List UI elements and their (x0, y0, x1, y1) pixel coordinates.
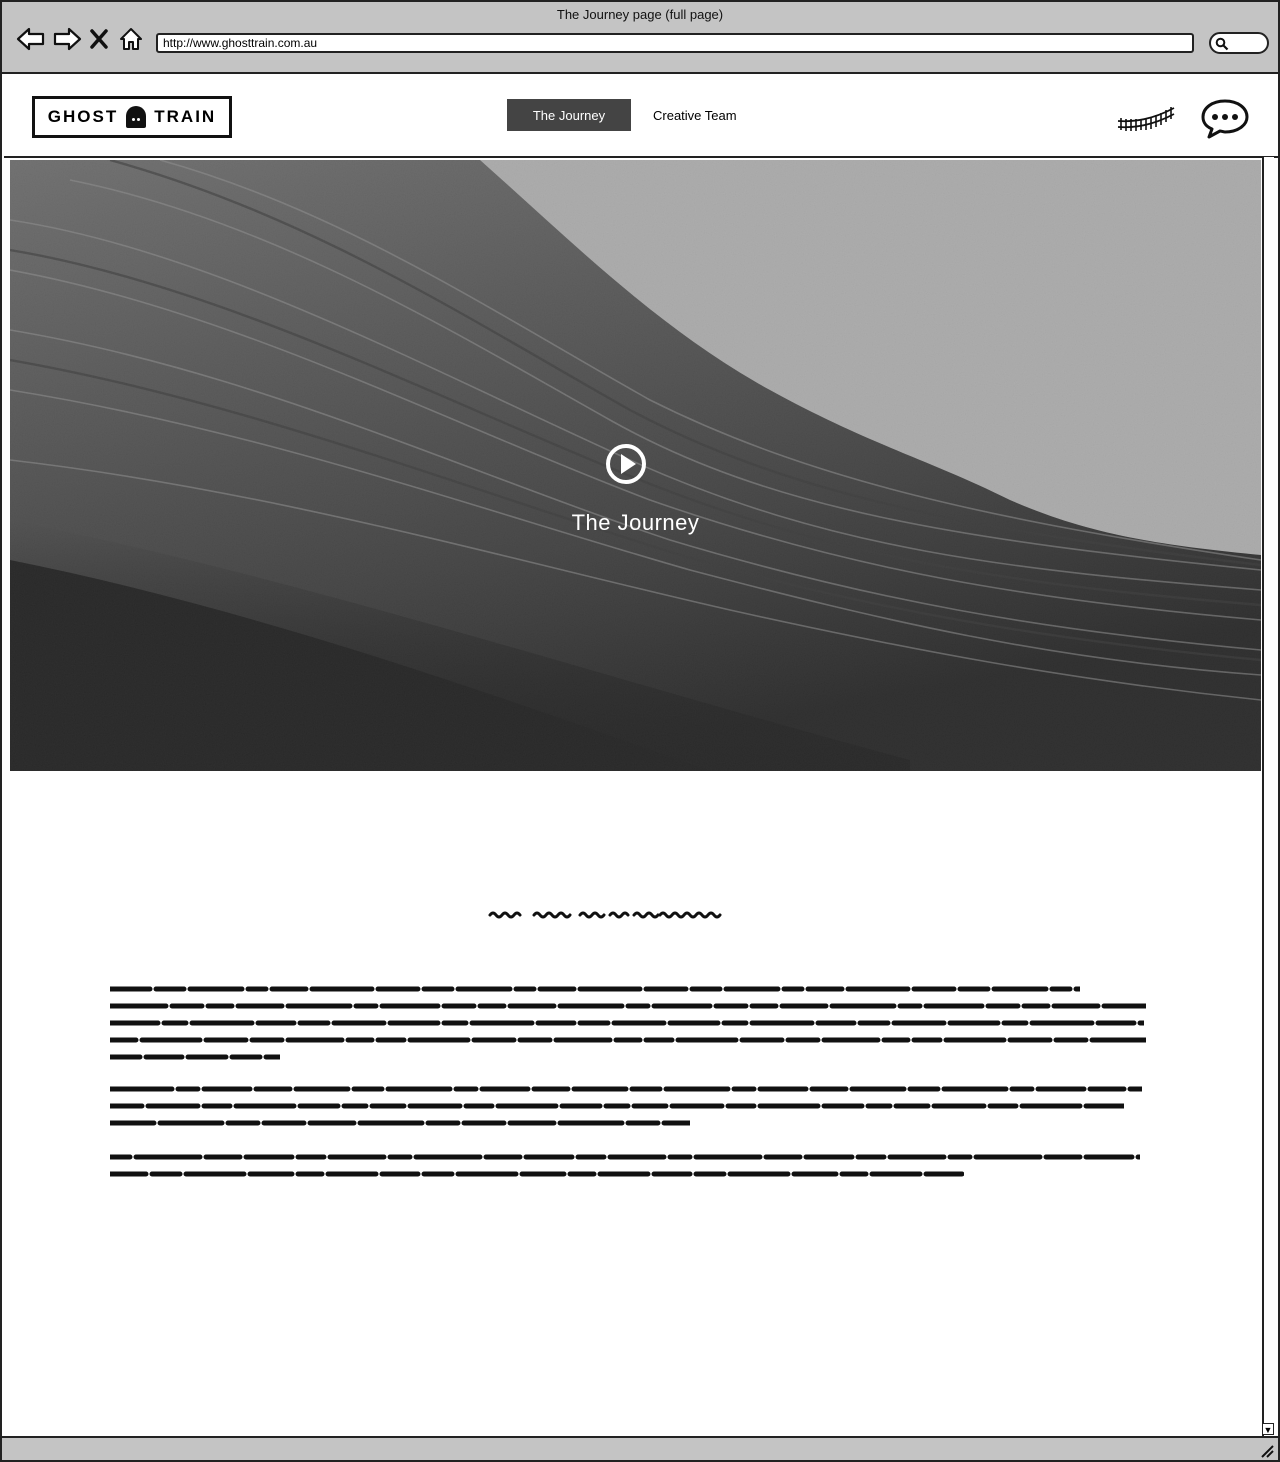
hero-video[interactable]: The Journey (10, 160, 1261, 771)
train-tracks-icon[interactable] (1116, 104, 1176, 132)
paragraph-line (110, 1002, 1150, 1010)
ghost-icon (126, 106, 147, 128)
content-paragraph-1 (110, 985, 1150, 1070)
browser-search-field[interactable] (1209, 32, 1269, 54)
chat-bubble-icon[interactable] (1200, 98, 1250, 140)
site-header: GHOST TRAIN The Journey Creative Team (4, 76, 1278, 158)
browser-window: The Journey page (full page) http://www.… (0, 0, 1280, 1462)
browser-nav-buttons (16, 24, 146, 54)
paragraph-line (110, 1085, 1150, 1093)
paragraph-line (110, 1019, 1150, 1027)
home-icon[interactable] (116, 24, 146, 54)
paragraph-line (110, 1119, 1150, 1127)
nav-tab-creative-team[interactable]: Creative Team (631, 99, 759, 131)
address-bar[interactable]: http://www.ghosttrain.com.au (156, 33, 1194, 53)
paragraph-line (110, 1102, 1150, 1110)
content-heading-placeholder (488, 911, 722, 919)
content-paragraph-3 (110, 1153, 1150, 1187)
paragraph-line (110, 985, 1150, 993)
play-icon[interactable] (605, 443, 647, 485)
ghost-train-logo[interactable]: GHOST TRAIN (32, 96, 232, 138)
logo-text-train: TRAIN (154, 107, 217, 126)
paragraph-line (110, 1036, 1150, 1044)
window-title: The Journey page (full page) (556, 7, 724, 22)
forward-arrow-icon[interactable] (52, 24, 82, 54)
scroll-down-arrow-icon[interactable]: ▼ (1262, 1423, 1274, 1435)
logo-text-ghost: GHOST (47, 107, 119, 126)
nav-tab-the-journey[interactable]: The Journey (507, 99, 631, 131)
browser-toolbar: The Journey page (full page) http://www.… (2, 2, 1278, 74)
search-icon (1215, 37, 1229, 51)
resize-grip-icon[interactable] (1258, 1442, 1274, 1458)
paragraph-line (110, 1053, 1150, 1061)
content-paragraph-2 (110, 1085, 1150, 1136)
main-nav: The Journey Creative Team (507, 99, 759, 131)
paragraph-line (110, 1153, 1150, 1161)
vertical-scrollbar[interactable] (1262, 157, 1274, 1437)
browser-status-bar (2, 1436, 1278, 1460)
paragraph-line (110, 1170, 1150, 1178)
back-arrow-icon[interactable] (16, 24, 46, 54)
hero-title: The Journey (571, 510, 700, 535)
close-icon[interactable] (88, 24, 110, 54)
